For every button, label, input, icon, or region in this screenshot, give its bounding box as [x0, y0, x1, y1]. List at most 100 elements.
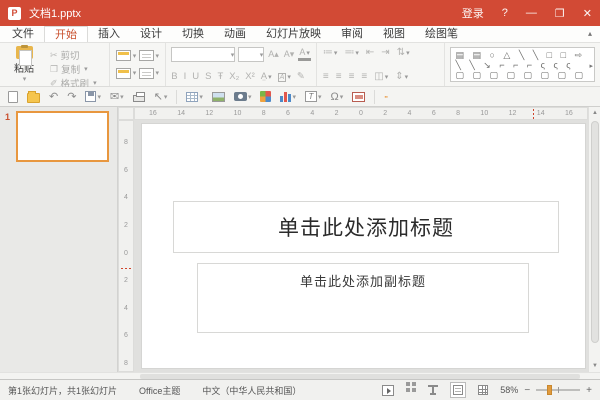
slide[interactable]: 单击此处添加标题 单击此处添加副标题 [141, 123, 586, 369]
open-file-button[interactable] [27, 91, 40, 103]
slide-layout-button[interactable] [139, 48, 160, 64]
align-left-button[interactable]: ≡ [323, 71, 329, 82]
cut-button[interactable]: ✂ 剪切 [50, 48, 97, 62]
tab-file[interactable]: 文件 [2, 26, 44, 42]
copy-button[interactable]: ❐ 复制 [50, 62, 97, 76]
columns-button[interactable]: ◫ [374, 71, 388, 82]
shrink-font-button[interactable]: A▾ [283, 49, 296, 60]
align-right-button[interactable]: ≡ [349, 71, 355, 82]
shapes-row[interactable]: ▤ ▤ ○ △ ╲ ╲ □ □ ⇨ [455, 50, 586, 60]
email-button[interactable]: ✉ [110, 90, 124, 103]
zoom-slider-thumb[interactable] [547, 385, 552, 395]
paste-button[interactable]: 粘贴 [4, 46, 44, 83]
italic-button[interactable]: I [184, 71, 187, 82]
reading-view-button[interactable] [428, 385, 438, 395]
toolbar-more-button[interactable]: ∙∙ [384, 92, 387, 102]
numbering-button[interactable]: ≕ [344, 47, 359, 58]
tab-animations[interactable]: 动画 [214, 26, 256, 42]
app-icon: P [8, 7, 21, 20]
superscript-button[interactable]: X² [245, 71, 255, 82]
shapes-row[interactable]: ╲ ╲ ↘ ⌐ ⌐ ⌐ ς ς ς [455, 60, 586, 70]
grid-view-button[interactable] [478, 385, 488, 395]
tab-drawing-pen[interactable]: 绘图笔 [415, 26, 468, 42]
redo-button[interactable]: ↷ [67, 90, 76, 103]
minimize-button[interactable]: — [526, 7, 537, 19]
smartart-button[interactable] [260, 91, 271, 102]
strikethrough-button[interactable]: Ŧ [217, 71, 223, 82]
language-indicator[interactable]: 中文（中华人民共和国） [202, 384, 301, 397]
horizontal-ruler[interactable]: 1614121086420246810121416 [134, 107, 588, 120]
font-name-select[interactable] [171, 47, 235, 62]
insert-textbox-button[interactable]: T [305, 91, 322, 102]
increase-indent-button[interactable]: ⇥ [381, 47, 389, 58]
underline-button[interactable]: U [192, 71, 199, 82]
tab-design[interactable]: 设计 [130, 26, 172, 42]
align-center-button[interactable]: ≡ [336, 71, 342, 82]
save-button[interactable] [85, 91, 101, 102]
collapse-ribbon-icon[interactable]: ▴ [588, 26, 592, 42]
subscript-button[interactable]: X₂ [229, 71, 239, 82]
slideshow-settings-button[interactable] [352, 92, 365, 102]
reset-slide-icon [116, 68, 131, 79]
screenshot-button[interactable] [234, 92, 252, 101]
scroll-up-icon[interactable]: ▲ [589, 107, 600, 119]
horizontal-scrollbar[interactable] [0, 372, 600, 379]
shapes-gallery-more-icon[interactable]: ▸ [589, 62, 593, 70]
print-button[interactable] [133, 91, 145, 102]
character-border-button[interactable]: A [278, 71, 291, 82]
undo-button[interactable]: ↶ [49, 90, 58, 103]
reset-slide-button[interactable] [116, 66, 137, 82]
insert-chart-button[interactable] [280, 91, 296, 102]
slide-section-button[interactable] [139, 66, 160, 82]
text-effects-button[interactable]: ✎ [297, 71, 305, 82]
restore-button[interactable]: ❐ [555, 7, 565, 20]
tab-review[interactable]: 审阅 [331, 26, 373, 42]
normal-view-button[interactable] [450, 382, 466, 398]
slide-section-icon [139, 68, 154, 79]
zoom-out-button[interactable]: − [524, 385, 530, 396]
tab-slideshow[interactable]: 幻灯片放映 [256, 26, 331, 42]
login-button[interactable]: 登录 [462, 5, 484, 21]
insert-picture-button[interactable] [212, 92, 225, 102]
theme-name[interactable]: Office主题 [139, 384, 180, 397]
insert-symbol-button[interactable]: Ω [330, 91, 343, 103]
tab-home[interactable]: 开始 [44, 26, 88, 42]
decrease-indent-button[interactable]: ⇤ [366, 47, 374, 58]
scroll-down-icon[interactable]: ▼ [589, 360, 600, 372]
slide-sorter-view-button[interactable] [406, 388, 416, 392]
font-name-input[interactable] [172, 48, 229, 61]
phonetic-guide-button[interactable]: A̤ [261, 71, 272, 82]
slide-thumbnail[interactable] [16, 111, 109, 162]
font-color-button[interactable]: A [298, 48, 311, 61]
shadow-button[interactable]: S [205, 71, 211, 82]
vertical-ruler[interactable]: 864202468 [118, 120, 134, 372]
select-tool-button[interactable]: ↖ [154, 90, 168, 103]
grow-font-button[interactable]: A▴ [267, 49, 280, 60]
shapes-row[interactable]: ▢ ▢ ▢ ▢ ▢ ▢ ▢ ▢ [455, 70, 586, 80]
text-direction-button[interactable]: ⇅ [397, 47, 410, 58]
close-button[interactable]: ✕ [583, 7, 592, 20]
new-file-button[interactable] [8, 91, 18, 103]
tab-transitions[interactable]: 切换 [172, 26, 214, 42]
title-placeholder[interactable]: 单击此处添加标题 [173, 201, 559, 253]
vertical-scrollbar-thumb[interactable] [591, 121, 599, 343]
font-size-input[interactable] [239, 48, 258, 61]
slideshow-view-button[interactable] [382, 385, 394, 396]
new-slide-button[interactable] [116, 48, 137, 64]
tab-view[interactable]: 视图 [373, 26, 415, 42]
justify-button[interactable]: ≡ [361, 71, 367, 82]
bullets-button[interactable]: ≔ [323, 47, 338, 58]
subtitle-placeholder[interactable]: 单击此处添加副标题 [197, 263, 529, 333]
zoom-slider[interactable] [536, 389, 580, 391]
podium-icon [428, 385, 438, 395]
tab-insert[interactable]: 插入 [88, 26, 130, 42]
insert-table-button[interactable] [186, 92, 203, 102]
vertical-scrollbar[interactable]: ▲ ▼ [588, 107, 600, 372]
bold-button[interactable]: B [171, 71, 177, 82]
zoom-in-button[interactable]: + [586, 385, 592, 396]
shapes-gallery[interactable]: ▤ ▤ ○ △ ╲ ╲ □ □ ⇨ ╲ ╲ ↘ ⌐ ⌐ ⌐ ς ς ς ▢ ▢ … [450, 47, 595, 82]
font-size-select[interactable] [238, 47, 264, 62]
zoom-level[interactable]: 58% [500, 385, 518, 395]
help-button[interactable]: ? [502, 7, 508, 19]
line-spacing-button[interactable]: ⇕ [395, 71, 408, 82]
